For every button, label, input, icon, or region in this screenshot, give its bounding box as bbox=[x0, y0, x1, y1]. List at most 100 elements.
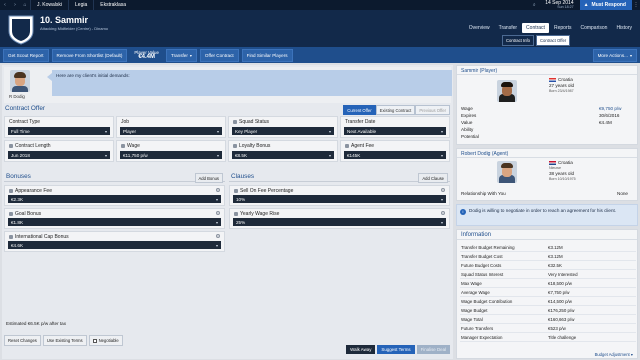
loyalty-bonus-select[interactable]: €8.5K ▾ bbox=[232, 151, 334, 159]
forward-arrow-icon[interactable]: › bbox=[10, 2, 20, 8]
chevron-down-icon: ▾ bbox=[104, 152, 107, 158]
lock-icon[interactable] bbox=[121, 144, 125, 148]
home-icon[interactable]: ⌂ bbox=[20, 2, 30, 8]
transfer-date-field: Transfer Date Next Available ▾ bbox=[340, 116, 450, 138]
lock-icon[interactable] bbox=[234, 189, 238, 193]
info-row: Wage Budget Contribution €14,500 p/w bbox=[460, 297, 636, 306]
back-arrow-icon[interactable]: ‹ bbox=[0, 2, 10, 8]
agent-avatar-small bbox=[497, 161, 517, 183]
info-row: Wage Total €160,663 p/w bbox=[460, 315, 636, 324]
remove-icon[interactable]: × bbox=[216, 234, 220, 238]
info-row: Squad Status Interest Very Interested bbox=[460, 270, 636, 279]
suggest-terms-button[interactable]: Suggest Terms bbox=[377, 345, 415, 354]
player-value: Player Value €4.4M bbox=[134, 50, 159, 60]
yearly-wage-rise-field: Yearly Wage Rise × 25% ▾ bbox=[229, 208, 450, 229]
remove-icon[interactable]: × bbox=[441, 188, 445, 192]
chevron-down-icon: ▾ bbox=[440, 128, 443, 134]
game-date: 14 Sep 2014 Sun 18:27 bbox=[545, 0, 574, 10]
contract-type-select[interactable]: Full Time ▾ bbox=[8, 127, 110, 135]
flag-icon bbox=[549, 160, 556, 166]
subtab-contract-info[interactable]: Contract Info bbox=[502, 35, 534, 46]
tab-previous-offer[interactable]: Previous Offer bbox=[415, 105, 450, 115]
contract-subtabs: Contract Info Contract Offer bbox=[502, 35, 571, 46]
lock-icon[interactable] bbox=[9, 144, 13, 148]
lock-icon[interactable] bbox=[345, 144, 349, 148]
contract-length-select[interactable]: Jun 2018 ▾ bbox=[8, 151, 110, 159]
scout-report-button[interactable]: Get Scout Report bbox=[3, 48, 49, 62]
player-card-title[interactable]: Sammir (Player) bbox=[457, 66, 637, 75]
chevron-down-icon: ▾ bbox=[215, 219, 218, 225]
side-panel: Sammir (Player) Croatia 27 years old Bor… bbox=[456, 65, 638, 359]
chevron-down-icon: ▾ bbox=[440, 196, 443, 202]
chevron-down-icon: ▾ bbox=[630, 352, 633, 357]
agent-fee-select[interactable]: €145K ▾ bbox=[344, 151, 446, 159]
breadcrumb-manager[interactable]: J. Kowalski bbox=[30, 0, 68, 10]
remove-icon[interactable]: × bbox=[216, 211, 220, 215]
tab-reports[interactable]: Reports bbox=[550, 23, 576, 33]
chevron-down-icon: ▾ bbox=[629, 52, 632, 58]
lock-icon[interactable] bbox=[9, 235, 13, 239]
info-row: Average Wage €7,750 p/w bbox=[460, 288, 636, 297]
lock-icon[interactable] bbox=[9, 212, 13, 216]
lock-icon[interactable] bbox=[234, 212, 238, 216]
international-cap-select[interactable]: €4.6K ▾ bbox=[8, 241, 221, 249]
continue-button[interactable]: ▲ Must Respond bbox=[579, 0, 632, 10]
top-bar: ‹ › ⌂ J. Kowalski Legia Ekstraklasa ⌕ 14… bbox=[0, 0, 640, 10]
offer-contract-button[interactable]: Offer Contract bbox=[199, 48, 239, 62]
appearance-fee-select[interactable]: €2.3K ▾ bbox=[8, 195, 221, 203]
add-bonus-button[interactable]: Add Bonus bbox=[194, 173, 223, 183]
job-select[interactable]: Player ▾ bbox=[120, 127, 222, 135]
goal-bonus-select[interactable]: €1.8K ▾ bbox=[8, 218, 221, 226]
transfer-date-select[interactable]: Next Available ▾ bbox=[344, 127, 446, 135]
chevron-down-icon: ▾ bbox=[328, 152, 331, 158]
agent-message: R Dodig Here are my client's initial dem… bbox=[4, 67, 452, 103]
use-existing-terms-button[interactable]: Use Existing Terms bbox=[42, 335, 87, 346]
squad-status-select[interactable]: Key Player ▾ bbox=[232, 127, 334, 135]
checkbox-icon[interactable] bbox=[92, 338, 97, 343]
sell-on-fee-select[interactable]: 10% ▾ bbox=[233, 195, 446, 203]
info-icon: i bbox=[460, 209, 466, 215]
chevron-down-icon: ▾ bbox=[328, 128, 331, 134]
lock-icon[interactable] bbox=[9, 189, 13, 193]
more-actions-button[interactable]: More Actions... ▾ bbox=[592, 48, 637, 62]
tab-transfer[interactable]: Transfer bbox=[495, 23, 521, 33]
negotiable-toggle[interactable]: Negotiable bbox=[88, 335, 123, 346]
agent-short-name: R Dodig bbox=[9, 94, 25, 99]
breadcrumb-league[interactable]: Ekstraklasa bbox=[93, 0, 132, 10]
tab-contract[interactable]: Contract bbox=[522, 23, 549, 33]
tab-history[interactable]: History bbox=[612, 23, 636, 33]
player-name: 10. Sammir bbox=[40, 15, 89, 25]
wage-select[interactable]: €11,750 p/w ▾ bbox=[120, 151, 222, 159]
find-similar-button[interactable]: Find Similar Players bbox=[241, 48, 293, 62]
player-expires: 30/6/2016 bbox=[599, 113, 620, 118]
info-row: Future Budget Costs €32.5K bbox=[460, 261, 636, 270]
reset-changes-button[interactable]: Reset Changes bbox=[4, 335, 41, 346]
remove-icon[interactable]: × bbox=[216, 188, 220, 192]
agent-card-title[interactable]: Robert Dodig (Agent) bbox=[457, 149, 637, 158]
transfer-button[interactable]: Transfer ▾ bbox=[165, 48, 197, 62]
budget-adjustment-link[interactable]: Budget Adjustment ▾ bbox=[595, 352, 633, 357]
subtab-contract-offer[interactable]: Contract Offer bbox=[535, 35, 571, 46]
menu-kebab-icon[interactable]: ⋮ bbox=[632, 2, 640, 8]
search-icon[interactable]: ⌕ bbox=[529, 2, 539, 8]
player-age: 27 years old bbox=[549, 83, 575, 88]
add-clause-button[interactable]: Add Clause bbox=[418, 173, 448, 183]
warning-icon: ▲ bbox=[583, 2, 589, 8]
player-avatar bbox=[497, 80, 517, 102]
lock-icon[interactable] bbox=[233, 120, 237, 124]
yearly-wage-rise-select[interactable]: 25% ▾ bbox=[233, 218, 446, 226]
tab-comparison[interactable]: Comparison bbox=[576, 23, 611, 33]
tab-existing-contract[interactable]: Existing Contract bbox=[375, 105, 416, 115]
appearance-fee-field: Appearance Fee × €2.3K ▾ bbox=[4, 185, 225, 206]
contract-length-field: Contract Length Jun 2018 ▾ bbox=[4, 140, 114, 162]
info-row: Max Wage €18,500 p/w bbox=[460, 279, 636, 288]
clauses-header: Clauses Add Clause bbox=[229, 171, 450, 183]
remove-shortlist-button[interactable]: Remove From Shortlist (Default) bbox=[51, 48, 128, 62]
remove-icon[interactable]: × bbox=[441, 211, 445, 215]
breadcrumb-club[interactable]: Legia bbox=[68, 0, 93, 10]
tab-current-offer[interactable]: Current Offer bbox=[343, 105, 376, 115]
lock-icon[interactable] bbox=[233, 144, 237, 148]
tab-overview[interactable]: Overview bbox=[465, 23, 494, 33]
walk-away-button[interactable]: Walk Away bbox=[346, 345, 376, 354]
finalise-deal-button[interactable]: Finalise Deal bbox=[416, 345, 450, 354]
